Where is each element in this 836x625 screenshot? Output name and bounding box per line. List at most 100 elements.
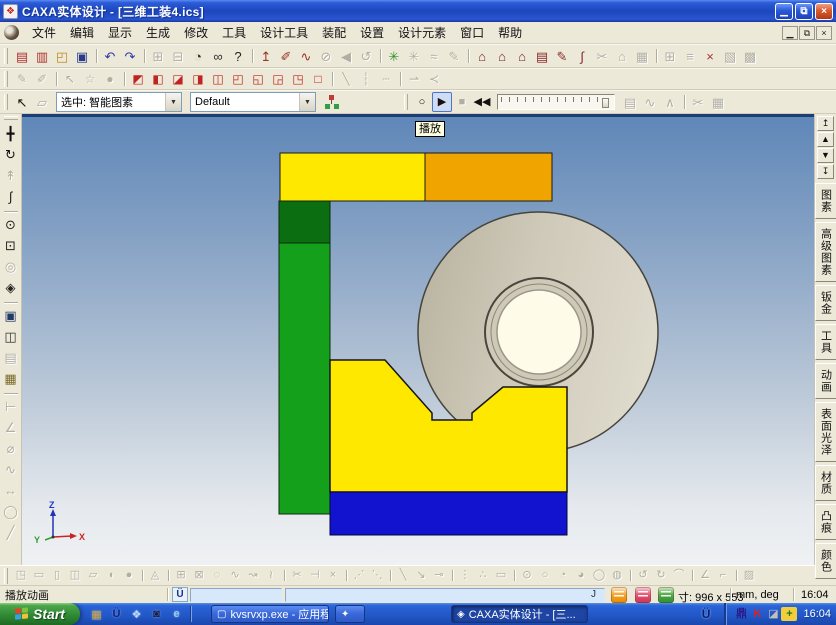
doc-close-button[interactable]: × [816,26,832,40]
red-spline-icon[interactable]: ∫ [572,46,592,66]
tab-surface-finish[interactable]: 表面光泽 [815,402,836,462]
doc-minimize-button[interactable]: ▁ [782,26,798,40]
context-help-icon[interactable]: ? [228,46,248,66]
menu-modify[interactable]: 修改 [177,22,215,43]
render-mode-9-icon[interactable]: ◳ [288,69,308,89]
menu-help[interactable]: 帮助 [491,22,529,43]
redo-icon[interactable]: ↷ [120,46,140,66]
menu-generate[interactable]: 生成 [139,22,177,43]
snapshot-icon[interactable]: ◫ [1,326,21,347]
target-view-icon[interactable]: ◈ [1,277,21,298]
tray-kav-icon[interactable]: 鼎 [733,607,749,621]
ql-kingsoft-icon[interactable]: Ü [109,607,124,622]
close-button[interactable]: × [815,3,833,20]
ime-indicator-icon[interactable]: Ü [172,587,188,602]
record-button[interactable]: ○ [412,92,432,112]
find-icon[interactable]: ∞ [208,46,228,66]
new-sheet-icon[interactable]: ▥ [32,46,52,66]
rotate-view-icon[interactable]: ↻ [1,144,21,165]
tray-k-icon[interactable]: K [749,607,765,621]
top-bar-orange[interactable] [425,153,552,201]
combo-dropdown-icon[interactable]: ▼ [165,93,181,111]
spline-path-icon[interactable]: ∫ [1,186,21,207]
animation-timeline-slider[interactable] [497,94,615,110]
render-mode-8-icon[interactable]: ◲ [268,69,288,89]
task-unknown[interactable]: ✦ [335,605,365,623]
doc-restore-button[interactable]: ⧉ [799,26,815,40]
task-caxa[interactable]: ◈ CAXA实体设计 - [三... [451,605,588,623]
tray-plus-icon[interactable]: + [781,607,797,621]
rewind-button[interactable]: ◀◀ [472,92,492,112]
menu-view[interactable]: 显示 [101,22,139,43]
render-mode-7-icon[interactable]: ◱ [248,69,268,89]
tab-advanced-elements[interactable]: 高级图素 [815,222,836,282]
menu-design-tools[interactable]: 设计工具 [253,22,315,43]
tab-animation[interactable]: 动画 [815,363,836,399]
top-bar-yellow[interactable] [280,153,426,201]
roof-view-3-icon[interactable]: ⌂ [512,46,532,66]
menu-assembly[interactable]: 装配 [315,22,353,43]
column-green[interactable] [279,243,330,514]
start-button[interactable]: Start [0,603,80,625]
tab-tools[interactable]: 工具 [815,324,836,360]
tray-update-icon[interactable]: ◪ [765,607,781,621]
cylinder-bore[interactable] [497,290,581,374]
render-mode-5-icon[interactable]: ◫ [208,69,228,89]
draw-tool-icon[interactable]: ✐ [276,46,296,66]
new-file-icon[interactable]: ▤ [12,46,32,66]
tool-x-icon[interactable]: × [700,46,720,66]
viewport-canvas[interactable]: 播放 [22,114,814,565]
menu-edit[interactable]: 编辑 [63,22,101,43]
tabs-scroll-top[interactable]: ↥ [817,116,834,131]
minimize-button[interactable]: ▁ [775,3,793,20]
curve-tool-icon[interactable]: ∿ [296,46,316,66]
tab-color[interactable]: 颜色 [815,543,836,579]
markup-book-icon[interactable]: ▤ [532,46,552,66]
selection-filter-combo[interactable]: 选中: 智能图素 ▼ [56,92,182,112]
save-file-icon[interactable]: ▣ [72,46,92,66]
menu-tools[interactable]: 工具 [215,22,253,43]
toolbar-grip[interactable] [404,94,408,110]
ql-app-icon[interactable]: ◙ [149,607,164,622]
undo-icon[interactable]: ↶ [100,46,120,66]
toolbar-grip[interactable] [4,568,8,584]
tab-elements[interactable]: 图素 [815,183,836,219]
tab-sheet-metal[interactable]: 钣金 [815,285,836,321]
render-mode-4-icon[interactable]: ◨ [188,69,208,89]
extrude-tool-icon[interactable]: ↥ [256,46,276,66]
toolbar-grip[interactable] [4,48,8,64]
render-mode-10-icon[interactable]: □ [308,69,328,89]
menu-design-elements[interactable]: 设计元素 [391,22,453,43]
roof-view-1-icon[interactable]: ⌂ [472,46,492,66]
render-mode-6-icon[interactable]: ◰ [228,69,248,89]
smart-render-icon[interactable]: ✳ [384,46,404,66]
toolbar-grip[interactable] [4,94,8,110]
camera-icon[interactable]: ▣ [1,305,21,326]
tabs-scroll-up[interactable]: ▲ [817,132,834,147]
zoom-window-icon[interactable]: ⊡ [1,235,21,256]
red-pen-edit-icon[interactable]: ✎ [552,46,572,66]
render-mode-2-icon[interactable]: ◧ [148,69,168,89]
tab-material[interactable]: 材质 [815,465,836,501]
play-button[interactable]: ▶ [432,92,452,112]
render-mode-3-icon[interactable]: ◪ [168,69,188,89]
column-top-dark-green[interactable] [279,201,330,243]
toolbar-grip[interactable] [4,116,18,120]
roof-view-2-icon[interactable]: ⌂ [492,46,512,66]
menu-settings[interactable]: 设置 [353,22,391,43]
render-settings-icon[interactable]: ▦ [1,368,21,389]
ql-messenger-icon[interactable]: ❖ [129,607,144,622]
tabs-scroll-bottom[interactable]: ↧ [817,164,834,179]
scene-tree-icon[interactable] [322,94,340,110]
task-kvsrvxp[interactable]: ▢ kvsrvxp.exe - 应用程... [211,605,329,623]
toolbar-grip[interactable] [4,71,8,87]
select-arrow-icon[interactable]: ↖ [12,92,32,112]
menu-file[interactable]: 文件 [25,22,63,43]
timer-icon[interactable]: ◔ [188,46,208,66]
style-combo[interactable]: Default ▼ [190,92,316,112]
ql-media-icon[interactable]: ▦ [89,607,104,622]
restore-button[interactable]: ⧉ [795,3,813,20]
ime-icon-green[interactable] [658,587,674,603]
menu-window[interactable]: 窗口 [453,22,491,43]
combo-dropdown-icon[interactable]: ▼ [299,93,315,111]
